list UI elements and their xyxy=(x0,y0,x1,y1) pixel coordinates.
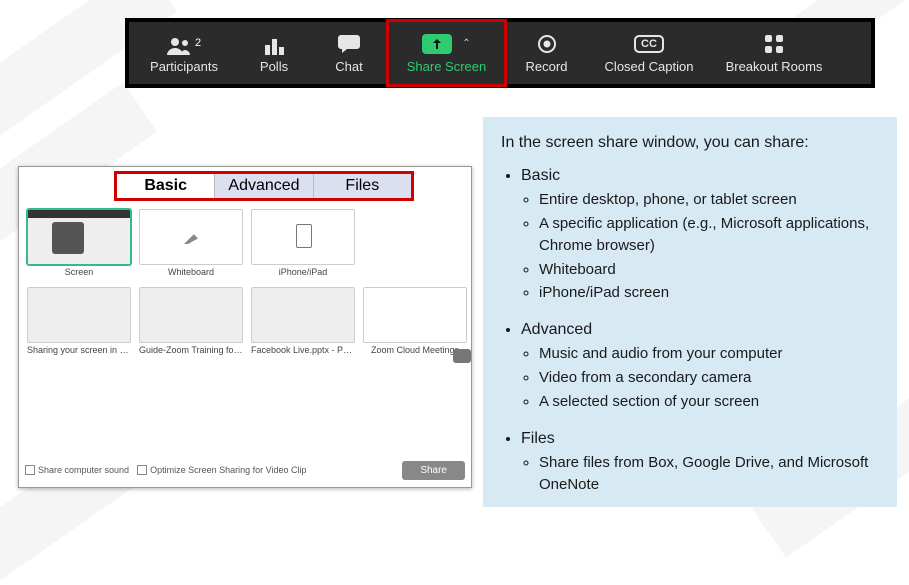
tile-label: Whiteboard xyxy=(139,267,243,277)
closed-caption-label: Closed Caption xyxy=(605,59,694,74)
tile-label: iPhone/iPad xyxy=(251,267,355,277)
participants-label: Participants xyxy=(150,59,218,74)
share-option-window[interactable]: Facebook Live.pptx - PowerPoint xyxy=(251,287,355,355)
info-advanced-title: Advanced xyxy=(521,321,592,338)
polls-icon xyxy=(265,33,284,55)
participants-icon: 2 xyxy=(167,33,201,55)
info-item: Whiteboard xyxy=(539,259,879,281)
share-option-iphone-ipad[interactable]: iPhone/iPad xyxy=(251,209,355,277)
record-icon xyxy=(537,33,557,55)
share-option-window[interactable]: Guide-Zoom Training for Fresh C... xyxy=(139,287,243,355)
info-files-title: Files xyxy=(521,430,555,447)
closed-caption-icon: CC xyxy=(634,33,664,55)
info-item: Entire desktop, phone, or tablet screen xyxy=(539,189,879,211)
share-option-screen[interactable]: Screen xyxy=(27,209,131,277)
info-heading: In the screen share window, you can shar… xyxy=(501,131,879,154)
share-screen-icon xyxy=(422,34,452,54)
chat-button[interactable]: Chat xyxy=(309,22,389,84)
info-item: A specific application (e.g., Microsoft … xyxy=(539,213,879,257)
closed-caption-button[interactable]: CC Closed Caption xyxy=(589,22,709,84)
info-basic-title: Basic xyxy=(521,167,560,184)
share-option-window[interactable]: Zoom Cloud Meetings xyxy=(363,287,467,355)
share-sound-checkbox[interactable]: Share computer sound xyxy=(25,465,129,476)
tab-advanced[interactable]: Advanced xyxy=(214,174,312,198)
tile-label: Guide-Zoom Training for Fresh C... xyxy=(139,345,243,355)
tile-label: Sharing your screen in a meeting ... xyxy=(27,345,131,355)
record-label: Record xyxy=(526,59,568,74)
info-item: iPhone/iPad screen xyxy=(539,282,879,304)
breakout-rooms-button[interactable]: Breakout Rooms xyxy=(709,22,839,84)
optimize-video-checkbox[interactable]: Optimize Screen Sharing for Video Clip xyxy=(137,465,306,476)
polls-button[interactable]: Polls xyxy=(239,22,309,84)
share-screen-button[interactable]: ⌃ Share Screen xyxy=(389,22,504,84)
share-dialog-footer: Share computer sound Optimize Screen Sha… xyxy=(25,459,465,481)
info-item: Music and audio from your computer xyxy=(539,343,879,365)
chat-icon xyxy=(338,33,360,55)
tab-basic[interactable]: Basic xyxy=(117,174,214,198)
tile-label: Screen xyxy=(27,267,131,277)
share-options-caret-icon[interactable]: ⌃ xyxy=(462,38,470,49)
tile-label: Facebook Live.pptx - PowerPoint xyxy=(251,345,355,355)
tile-label: Zoom Cloud Meetings xyxy=(363,345,467,355)
share-confirm-button[interactable]: Share xyxy=(402,461,465,480)
camera-icon xyxy=(453,349,471,363)
info-panel: In the screen share window, you can shar… xyxy=(483,117,897,507)
participants-count: 2 xyxy=(195,37,201,49)
share-screen-dialog: Basic Advanced Files Screen Whiteboard i… xyxy=(18,166,472,488)
breakout-rooms-icon xyxy=(764,33,784,55)
participants-button[interactable]: 2 Participants xyxy=(129,22,239,84)
share-screen-label: Share Screen xyxy=(407,59,487,74)
info-item: Share files from Box, Google Drive, and … xyxy=(539,452,879,496)
share-option-window[interactable]: Sharing your screen in a meeting ... xyxy=(27,287,131,355)
share-option-whiteboard[interactable]: Whiteboard xyxy=(139,209,243,277)
breakout-rooms-label: Breakout Rooms xyxy=(726,59,823,74)
share-tabs: Basic Advanced Files xyxy=(114,171,414,201)
tab-files[interactable]: Files xyxy=(313,174,411,198)
info-item: Video from a secondary camera xyxy=(539,367,879,389)
chat-label: Chat xyxy=(335,59,362,74)
record-button[interactable]: Record xyxy=(504,22,589,84)
meeting-toolbar: 2 Participants Polls Chat ⌃ Share Screen… xyxy=(125,18,875,88)
polls-label: Polls xyxy=(260,59,288,74)
info-item: A selected section of your screen xyxy=(539,391,879,413)
